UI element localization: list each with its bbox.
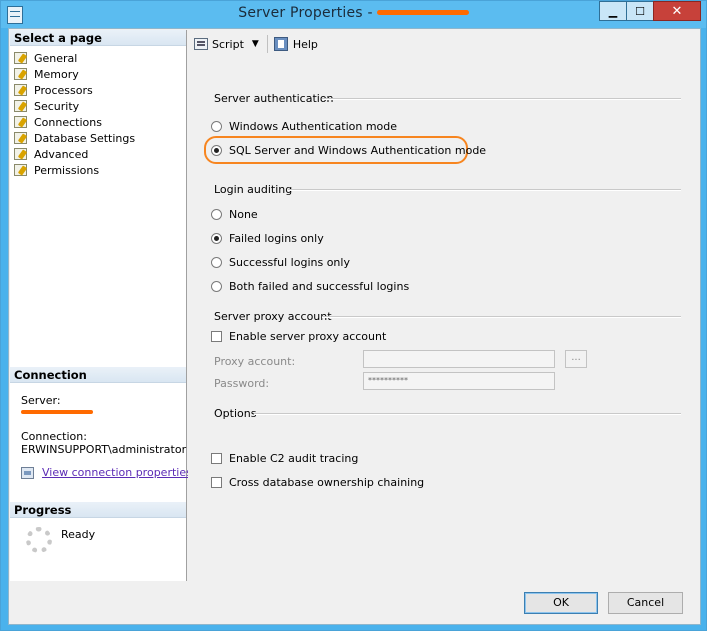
page-item-label: Memory: [34, 67, 79, 81]
radio-button-selected[interactable]: [211, 233, 222, 244]
page-icon: [14, 164, 27, 176]
cross-db-label: Cross database ownership chaining: [229, 476, 425, 489]
proxy-account-label: Proxy account:: [214, 355, 296, 368]
page-item-permissions[interactable]: Permissions: [14, 162, 135, 178]
ok-button[interactable]: OK: [524, 592, 598, 614]
progress-spinner-icon: [26, 527, 52, 553]
redaction-mark: [21, 410, 93, 414]
page-item-label: Database Settings: [34, 131, 136, 145]
checkbox[interactable]: [211, 453, 222, 464]
radio-button[interactable]: [211, 121, 222, 132]
audit-both-label: Both failed and successful logins: [229, 280, 410, 293]
page-item-label: Processors: [34, 83, 93, 97]
cancel-button[interactable]: Cancel: [608, 592, 683, 614]
page-item-advanced[interactable]: Advanced: [14, 146, 135, 162]
page-item-label: Security: [34, 99, 80, 113]
checkbox[interactable]: [211, 477, 222, 488]
progress-header: Progress: [10, 502, 186, 518]
page-icon: [14, 132, 27, 144]
enable-proxy-checkbox[interactable]: Enable server proxy account: [211, 330, 386, 343]
audit-none-radio[interactable]: None: [211, 208, 258, 221]
audit-failed-radio[interactable]: Failed logins only: [211, 232, 324, 245]
page-icon: [14, 100, 27, 112]
page-icon: [14, 68, 27, 80]
password-label: Password:: [214, 377, 270, 390]
enable-proxy-label: Enable server proxy account: [229, 330, 387, 343]
radio-button[interactable]: [211, 257, 222, 268]
sql-windows-auth-label: SQL Server and Windows Authentication mo…: [229, 144, 487, 157]
page-item-label: Connections: [34, 115, 102, 129]
audit-both-radio[interactable]: Both failed and successful logins: [211, 280, 409, 293]
radio-button-selected[interactable]: [211, 145, 222, 156]
maximize-button[interactable]: ☐: [626, 1, 654, 21]
connection-text: Connection: ERWINSUPPORT\administrator: [21, 430, 186, 456]
right-pane: Script ▼ Help Server authentication Wind…: [188, 30, 699, 581]
page-item-general[interactable]: General: [14, 50, 135, 66]
select-page-header: Select a page: [10, 30, 186, 46]
page-list: General Memory Processors Security Conne…: [14, 50, 135, 178]
windows-auth-label: Windows Authentication mode: [229, 120, 398, 133]
close-button[interactable]: ✕: [653, 1, 701, 21]
connection-header: Connection: [10, 367, 186, 383]
page-icon: [14, 116, 27, 128]
page-icon: [14, 52, 27, 64]
page-item-label: Permissions: [34, 163, 100, 177]
server-properties-window: Server Properties - ▁ ☐ ✕ Select a page …: [0, 0, 707, 631]
view-connection-properties-link[interactable]: View connection properties: [21, 466, 192, 479]
window-title-text: Server Properties -: [238, 5, 373, 21]
audit-successful-radio[interactable]: Successful logins only: [211, 256, 350, 269]
properties-icon: [21, 466, 34, 479]
server-proxy-heading: Server proxy account: [214, 310, 332, 323]
minimize-button[interactable]: ▁: [599, 1, 627, 21]
page-icon: [14, 84, 27, 96]
page-item-label: General: [34, 51, 78, 65]
c2-audit-label: Enable C2 audit tracing: [229, 452, 359, 465]
audit-successful-label: Successful logins only: [229, 256, 350, 269]
audit-failed-label: Failed logins only: [229, 232, 324, 245]
windows-auth-radio[interactable]: Windows Authentication mode: [211, 120, 397, 133]
security-form: Server authentication Windows Authentica…: [188, 30, 699, 581]
group-divider: [288, 189, 681, 191]
server-authentication-heading: Server authentication: [214, 92, 334, 105]
view-connection-properties-label: View connection properties: [42, 466, 192, 479]
title-bar[interactable]: Server Properties - ▁ ☐ ✕: [1, 1, 706, 28]
audit-none-label: None: [229, 208, 258, 221]
group-divider: [254, 413, 681, 415]
dialog-button-bar: OK Cancel: [9, 582, 700, 624]
server-label: Server:: [21, 394, 61, 407]
radio-button[interactable]: [211, 281, 222, 292]
proxy-account-field[interactable]: [363, 350, 555, 368]
login-auditing-heading: Login auditing: [214, 183, 293, 196]
radio-button[interactable]: [211, 209, 222, 220]
connection-value: ERWINSUPPORT\administrator: [21, 443, 187, 456]
c2-audit-checkbox[interactable]: Enable C2 audit tracing: [211, 452, 358, 465]
page-item-database-settings[interactable]: Database Settings: [14, 130, 135, 146]
sql-windows-auth-radio[interactable]: SQL Server and Windows Authentication mo…: [211, 144, 486, 157]
browse-button[interactable]: ...: [565, 350, 587, 368]
progress-status: Ready: [61, 528, 96, 541]
page-item-memory[interactable]: Memory: [14, 66, 135, 82]
checkbox[interactable]: [211, 331, 222, 342]
dialog-client-area: Select a page General Memory Processors …: [8, 28, 701, 625]
cross-db-checkbox[interactable]: Cross database ownership chaining: [211, 476, 424, 489]
page-item-processors[interactable]: Processors: [14, 82, 135, 98]
options-heading: Options: [214, 407, 257, 420]
connection-label: Connection:: [21, 430, 87, 443]
redaction-mark: [376, 9, 469, 15]
page-item-label: Advanced: [34, 147, 89, 161]
left-pane: Select a page General Memory Processors …: [10, 30, 192, 581]
password-field[interactable]: **********: [363, 372, 555, 390]
page-item-security[interactable]: Security: [14, 98, 135, 114]
page-item-connections[interactable]: Connections: [14, 114, 135, 130]
page-icon: [14, 148, 27, 160]
group-divider: [322, 316, 681, 318]
group-divider: [322, 98, 681, 100]
